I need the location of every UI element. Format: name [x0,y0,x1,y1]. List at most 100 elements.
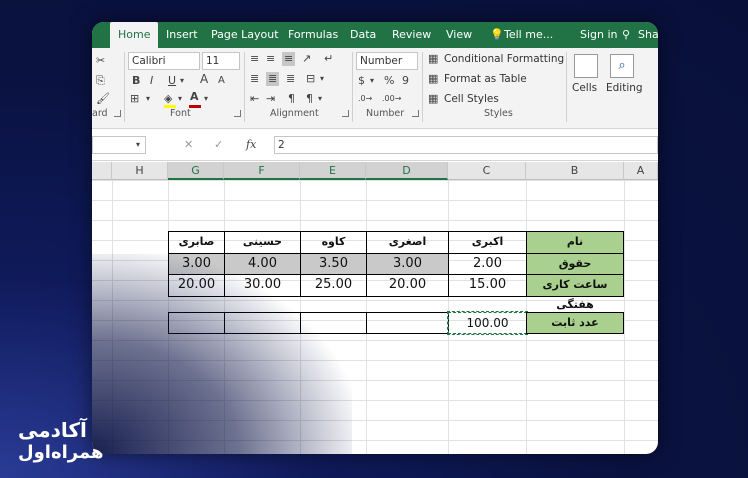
ltr-icon[interactable]: ¶ [288,92,295,106]
cell-f-salary[interactable]: 4.00 [224,253,301,275]
cell-b-salary-label[interactable]: حقوق [526,253,624,275]
cells-icon[interactable] [574,54,598,78]
tell-me-box[interactable]: Tell me... [504,22,553,48]
grow-font-button[interactable]: A [200,72,208,86]
cancel-icon[interactable]: ✕ [184,138,193,152]
divider [124,52,125,122]
sign-in-link[interactable]: Sign in [580,22,618,48]
cell-f-name[interactable]: حسینی [224,231,301,254]
search-icon[interactable]: ⌕ [610,54,634,78]
align-left-icon[interactable]: ≣ [250,72,259,86]
cell-d-empty[interactable] [366,312,449,334]
brand-logo-line1: آکادمی [18,418,87,442]
cell-b-header[interactable]: نام [526,231,624,254]
decrease-decimal-icon[interactable]: .00→ [382,92,401,106]
cell-d-salary[interactable]: 3.00 [366,253,449,275]
tab-formulas[interactable]: Formulas [288,22,338,48]
column-header-g[interactable]: G [168,162,224,180]
chevron-down-icon[interactable]: ▾ [318,92,322,106]
cell-f-empty[interactable] [224,312,301,334]
cells-button[interactable]: Cells [572,82,597,94]
cell-e-name[interactable]: کاوه [300,231,367,254]
enter-icon[interactable]: ✓ [214,138,223,152]
italic-button[interactable]: I [150,74,153,88]
tab-review[interactable]: Review [392,22,431,48]
font-size-select[interactable]: 11 [202,52,240,70]
underline-button[interactable]: U [168,74,176,88]
align-top-icon[interactable]: ≡ [250,52,259,66]
align-bottom-icon[interactable]: ≡ [282,52,296,66]
decrease-indent-icon[interactable]: ⇤ [250,92,259,106]
editing-button[interactable]: Editing [606,82,643,94]
share-button[interactable]: Sha [638,22,658,48]
merge-center-icon[interactable]: ⊟ [306,72,315,86]
align-right-icon[interactable]: ≣ [286,72,295,86]
rtl-icon[interactable]: ¶ [306,92,313,106]
align-middle-icon[interactable]: ≡ [266,52,275,66]
cell-c-constant[interactable]: 100.00 [447,311,528,335]
shrink-font-button[interactable]: A [218,74,225,88]
chevron-down-icon[interactable]: ▾ [180,74,184,88]
cell-styles-button[interactable]: Cell Styles [444,93,499,105]
column-header-c[interactable]: C [448,162,526,180]
column-header-b[interactable]: B [526,162,624,180]
format-as-table-button[interactable]: Format as Table [444,73,527,85]
cell-d-hours[interactable]: 20.00 [366,274,449,297]
format-table-icon: ▦ [428,72,439,85]
cell-c-name[interactable]: اکبری [448,231,527,254]
tab-home[interactable]: Home [110,22,159,48]
insert-function-button[interactable]: fx [246,138,256,152]
chevron-down-icon[interactable]: ▾ [146,92,150,106]
cell-b-constant-label[interactable]: عدد ثابت [526,312,624,334]
column-header-a[interactable]: A [624,162,658,180]
tab-page-layout[interactable]: Page Layout [211,22,279,48]
chevron-down-icon[interactable]: ▾ [136,138,140,152]
copy-icon[interactable]: ⎘ [96,74,105,88]
cell-e-salary[interactable]: 3.50 [300,253,367,275]
increase-indent-icon[interactable]: ⇥ [266,92,275,106]
bold-button[interactable]: B [132,74,140,88]
tab-view[interactable]: View [446,22,472,48]
number-launcher-icon[interactable] [412,110,419,117]
cell-g-name[interactable]: صابری [168,231,225,254]
column-header-d[interactable]: D [366,162,448,180]
column-header-f[interactable]: F [224,162,300,180]
percent-button[interactable]: % [384,74,394,88]
format-painter-icon[interactable]: 🖌 [96,92,110,106]
conditional-formatting-button[interactable]: Conditional Formatting [444,53,564,65]
cell-e-hours[interactable]: 25.00 [300,274,367,297]
cell-c-hours[interactable]: 15.00 [448,274,527,297]
formula-input[interactable]: 2 [274,136,658,154]
cell-d-name[interactable]: اصغری [366,231,449,254]
number-format-select[interactable]: Number [356,52,418,70]
font-color-icon[interactable]: A [190,90,199,104]
column-header-h[interactable]: H [112,162,168,180]
currency-icon[interactable]: $ [358,74,365,88]
align-center-icon[interactable]: ≣ [266,72,280,86]
font-name-select[interactable]: Calibri [128,52,200,70]
comma-button[interactable]: 9 [402,74,409,88]
cell-g-empty[interactable] [168,312,225,334]
chevron-down-icon[interactable]: ▾ [320,72,324,86]
cell-b-hours-label[interactable]: ساعت کاری هفتگی [526,274,624,311]
clipboard-launcher-icon[interactable] [114,110,121,117]
chevron-down-icon[interactable]: ▾ [204,92,208,106]
orientation-icon[interactable]: ↗ [302,52,311,66]
cell-c-salary[interactable]: 2.00 [448,253,527,275]
cell-g-hours[interactable]: 20.00 [168,274,225,297]
font-launcher-icon[interactable] [234,110,241,117]
cell-e-empty[interactable] [300,312,367,334]
wrap-text-icon[interactable]: ↵ [324,52,333,66]
cut-icon[interactable]: ✂ [96,54,105,68]
fill-color-icon[interactable]: ◈ [164,92,172,106]
tab-data[interactable]: Data [350,22,376,48]
cell-f-hours[interactable]: 30.00 [224,274,301,297]
column-header-e[interactable]: E [300,162,366,180]
cell-g-salary[interactable]: 3.00 [168,253,225,275]
tab-insert[interactable]: Insert [166,22,198,48]
chevron-down-icon[interactable]: ▾ [370,74,374,88]
chevron-down-icon[interactable]: ▾ [178,92,182,106]
borders-icon[interactable]: ⊞ [130,92,139,106]
increase-decimal-icon[interactable]: .0→ [358,92,372,106]
alignment-launcher-icon[interactable] [342,110,349,117]
